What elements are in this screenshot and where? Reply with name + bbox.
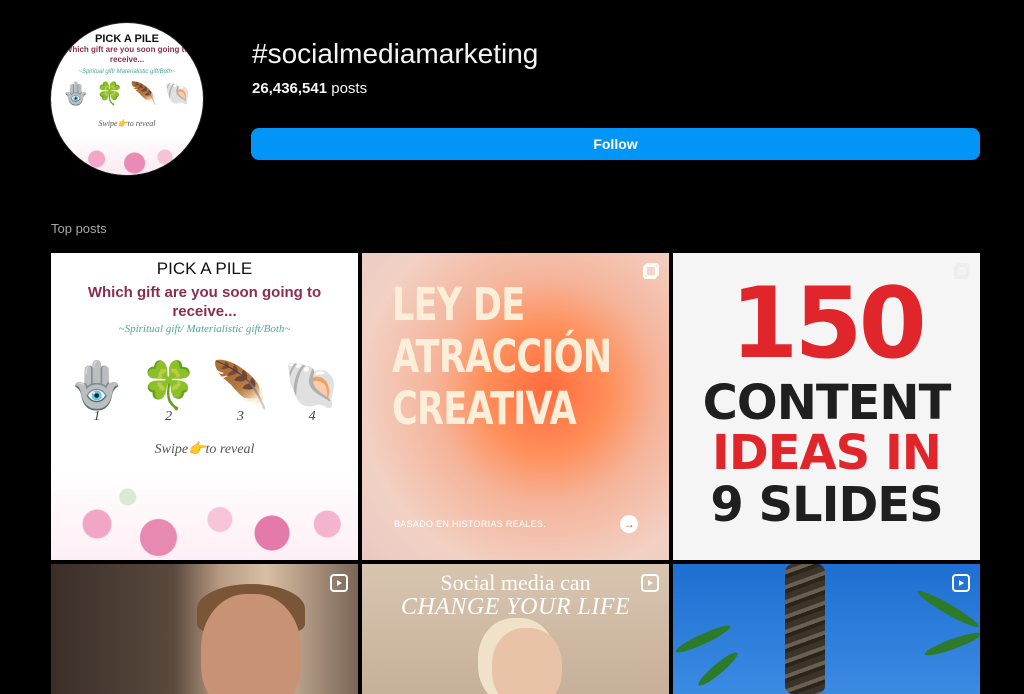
reel-icon (952, 574, 970, 592)
post-count-suffix: posts (331, 80, 368, 97)
shell-icon: 🐚 (283, 358, 341, 411)
post-line: 9 SLIDES (710, 477, 943, 533)
reel-icon (330, 574, 348, 592)
clover-icon: 🍀 (139, 358, 198, 411)
avatar-swipe: Swipe👉to reveal (98, 119, 156, 128)
post-tile-social-media-can-change[interactable]: Social media can CHANGE YOUR LIFE (362, 564, 669, 694)
palm-leaf (673, 621, 733, 657)
post-count: 26,436,541 posts (252, 80, 367, 97)
clover-icon: 🍀 (96, 81, 124, 106)
reel-icon (641, 574, 659, 592)
follow-button[interactable]: Follow (251, 128, 980, 160)
feather-icon: 🪶 (211, 358, 270, 411)
post-swipe: Swipe👉to reveal (154, 442, 255, 457)
post-options: ~Spiritual gift/ Materialistic gift/Both… (118, 323, 291, 335)
palm-trunk (785, 564, 825, 694)
headline-line: CREATIVA (392, 382, 577, 435)
post-number: 150 (730, 267, 927, 381)
post-line: Social media can (440, 570, 591, 595)
avatar-question: Which gift are you soon going to receive… (64, 45, 190, 64)
feather-icon: 🪶 (130, 81, 158, 106)
person-face (201, 594, 301, 694)
hashtag-header: PICK A PILE Which gift are you soon goin… (0, 0, 1024, 200)
post-question: Which gift are you soon going to receive… (87, 284, 322, 320)
post-tile-reel-man[interactable] (51, 564, 358, 694)
pile-number: 3 (236, 409, 244, 424)
palm-leaf (695, 649, 741, 689)
hashtag-title: #socialmediamarketing (252, 38, 539, 69)
carousel-icon (643, 263, 659, 279)
post-count-number: 26,436,541 (252, 80, 328, 97)
person-face (492, 628, 562, 694)
flowers-illustration (51, 470, 358, 560)
post-tile-150-content-ideas[interactable]: 150 CONTENT IDEAS IN 9 SLIDES (673, 253, 980, 560)
post-tile-reel-palm[interactable] (673, 564, 980, 694)
headline-line: LEY DE (392, 278, 525, 331)
post-headline: LEY DE ATRACCIÓN CREATIVA (392, 278, 612, 435)
arrow-right-icon: → (620, 515, 638, 533)
post-line: IDEAS IN (712, 425, 942, 481)
avatar-options: ~Spiritual gift/ Materialistic gift/Both… (78, 69, 176, 75)
hashtag-avatar: PICK A PILE Which gift are you soon goin… (51, 23, 203, 175)
hamsa-icon: 🪬 (68, 358, 126, 411)
avatar-flowers (51, 135, 203, 175)
pile-number: 2 (165, 409, 173, 424)
top-posts-label: Top posts (51, 221, 107, 236)
hamsa-icon: 🪬 (62, 81, 90, 106)
post-line: CHANGE YOUR LIFE (400, 594, 631, 620)
post-line: CONTENT (702, 375, 952, 431)
palm-leaf (915, 587, 980, 631)
pile-number: 1 (93, 409, 101, 424)
palm-leaf (923, 629, 980, 659)
post-title: PICK A PILE (156, 259, 253, 278)
post-tile-ley-de-atraccion[interactable]: LEY DE ATRACCIÓN CREATIVA BASADO EN HIST… (362, 253, 669, 560)
headline-line: ATRACCIÓN (392, 330, 612, 383)
avatar-gift-icons: 🪬 🍀 🪶 🐚 (59, 81, 195, 107)
post-footer: BASADO EN HISTORIAS REALES. (394, 519, 546, 529)
pile-number: 4 (308, 409, 316, 424)
avatar-title: PICK A PILE (95, 33, 159, 45)
pile-numbers: 1 2 3 4 (61, 409, 348, 425)
shell-icon: 🐚 (164, 81, 192, 106)
post-tile-pick-a-pile[interactable]: PICK A PILE Which gift are you soon goin… (51, 253, 358, 560)
